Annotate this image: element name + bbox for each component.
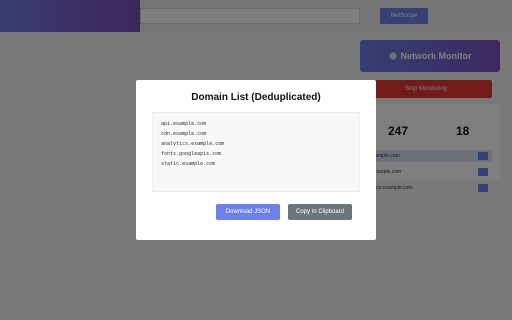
domain-line: analytics.example.com xyxy=(161,141,225,147)
download-json-button[interactable]: Download JSON xyxy=(216,204,280,220)
domain-list-box[interactable]: api.example.com cdn.example.com analytic… xyxy=(152,112,360,192)
modal-title: Domain List (Deduplicated) xyxy=(191,92,321,103)
domain-line: static.example.com xyxy=(161,161,216,167)
domain-line: cdn.example.com xyxy=(161,131,207,137)
copy-to-clipboard-button[interactable]: Copy to Clipboard xyxy=(288,204,352,220)
domain-list-modal: Domain List (Deduplicated) api.example.c… xyxy=(136,80,376,240)
domain-line: api.example.com xyxy=(161,121,207,127)
domain-line: fonts.googleapis.com xyxy=(161,151,222,157)
